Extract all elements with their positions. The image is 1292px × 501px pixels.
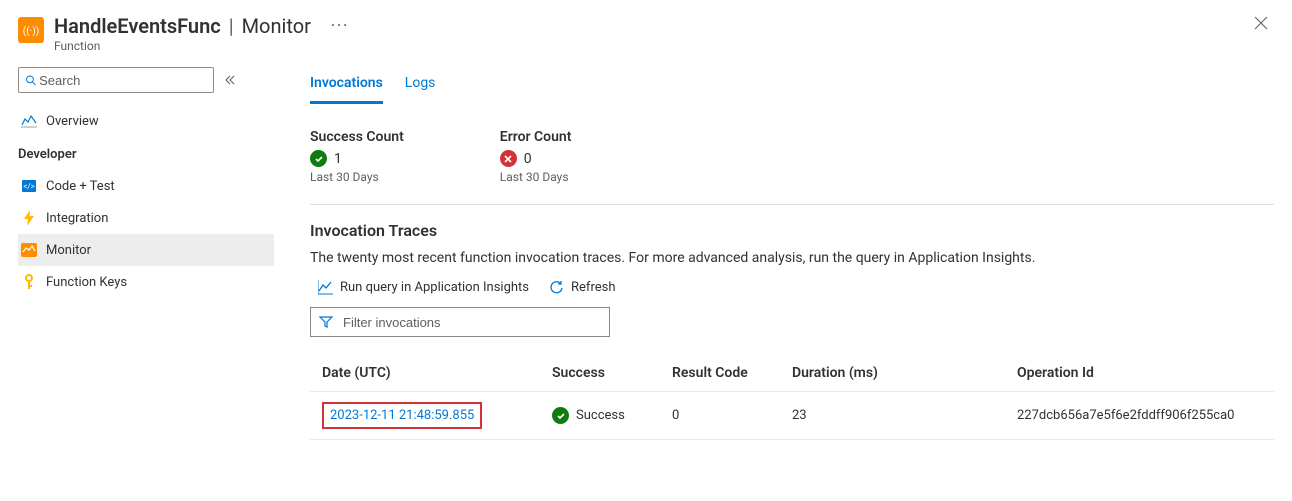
sidebar-item-label: Integration [46, 211, 108, 226]
invocation-traces-description: The twenty most recent function invocati… [310, 250, 1274, 266]
sidebar-item-function-keys[interactable]: Function Keys [18, 266, 274, 298]
refresh-label: Refresh [571, 280, 615, 295]
run-query-button[interactable]: Run query in Application Insights [318, 280, 529, 295]
sidebar-search[interactable] [18, 67, 214, 93]
sidebar-item-monitor[interactable]: Monitor [18, 234, 274, 266]
sidebar-item-integration[interactable]: Integration [18, 202, 274, 234]
sidebar: Overview Developer </> Code + Test Integ… [18, 67, 274, 440]
chart-icon [318, 280, 333, 295]
filter-invocations[interactable] [310, 307, 610, 337]
run-query-label: Run query in Application Insights [340, 280, 529, 295]
section-name: Monitor [242, 14, 311, 38]
code-icon: </> [20, 177, 38, 195]
error-x-icon [500, 150, 517, 167]
lightning-icon [20, 209, 38, 227]
col-success[interactable]: Success [552, 365, 672, 381]
stats-row: Success Count 1 Last 30 Days Error Count [310, 129, 1274, 205]
sidebar-item-label: Code + Test [46, 179, 115, 194]
col-date[interactable]: Date (UTC) [322, 365, 552, 381]
title-separator: | [229, 14, 234, 38]
monitor-icon [20, 241, 38, 259]
sidebar-item-label: Monitor [46, 243, 91, 258]
svg-text:((·)): ((·)) [23, 25, 39, 37]
developer-section-header: Developer [18, 137, 274, 170]
error-period: Last 30 Days [500, 170, 572, 184]
tab-invocations[interactable]: Invocations [310, 67, 383, 104]
sidebar-item-overview[interactable]: Overview [18, 105, 274, 137]
key-icon [20, 273, 38, 291]
success-count-value: 1 [334, 151, 342, 167]
col-duration[interactable]: Duration (ms) [792, 365, 1017, 381]
col-result-code[interactable]: Result Code [672, 365, 792, 381]
col-operation-id[interactable]: Operation Id [1017, 365, 1262, 381]
error-count-stat: Error Count 0 Last 30 Days [500, 129, 572, 184]
success-period: Last 30 Days [310, 170, 404, 184]
success-check-icon [310, 150, 327, 167]
table-row: 2023-12-11 21:48:59.855 Success 0 23 227… [310, 392, 1274, 440]
sidebar-item-code-test[interactable]: </> Code + Test [18, 170, 274, 202]
search-icon [25, 74, 37, 87]
success-count-label: Success Count [310, 129, 404, 145]
close-button[interactable] [1248, 14, 1274, 32]
collapse-sidebar-icon[interactable] [224, 74, 236, 86]
search-input[interactable] [37, 72, 207, 89]
sidebar-item-label: Function Keys [46, 275, 127, 290]
refresh-icon [549, 280, 564, 295]
resource-type: Function [54, 39, 1248, 53]
row-duration: 23 [792, 408, 1017, 423]
main-content: Invocations Logs Success Count 1 Last 30… [274, 67, 1274, 440]
table-header: Date (UTC) Success Result Code Duration … [310, 355, 1274, 392]
success-count-stat: Success Count 1 Last 30 Days [310, 129, 404, 184]
error-count-value: 0 [524, 151, 532, 167]
sidebar-item-label: Overview [46, 114, 99, 129]
more-actions-icon[interactable]: ··· [331, 14, 349, 38]
row-success-text: Success [576, 408, 625, 423]
invocations-table: Date (UTC) Success Result Code Duration … [310, 355, 1274, 440]
row-success-icon [552, 407, 569, 424]
row-operation-id: 227dcb656a7e5f6e2fddff906f255ca0 [1017, 408, 1262, 423]
overview-icon [20, 112, 38, 130]
invocation-date-link[interactable]: 2023-12-11 21:48:59.855 [322, 402, 482, 429]
tab-logs[interactable]: Logs [405, 67, 436, 104]
invocation-traces-title: Invocation Traces [310, 221, 1274, 240]
refresh-button[interactable]: Refresh [549, 280, 615, 295]
page-header: ((·)) HandleEventsFunc | Monitor ··· Fun… [18, 14, 1274, 53]
function-app-icon: ((·)) [18, 17, 44, 43]
function-name: HandleEventsFunc [54, 14, 221, 38]
svg-text:</>: </> [23, 182, 35, 191]
error-count-label: Error Count [500, 129, 572, 145]
filter-icon [319, 315, 333, 329]
filter-input[interactable] [341, 314, 601, 331]
tab-bar: Invocations Logs [310, 67, 1274, 104]
row-result-code: 0 [672, 408, 792, 423]
